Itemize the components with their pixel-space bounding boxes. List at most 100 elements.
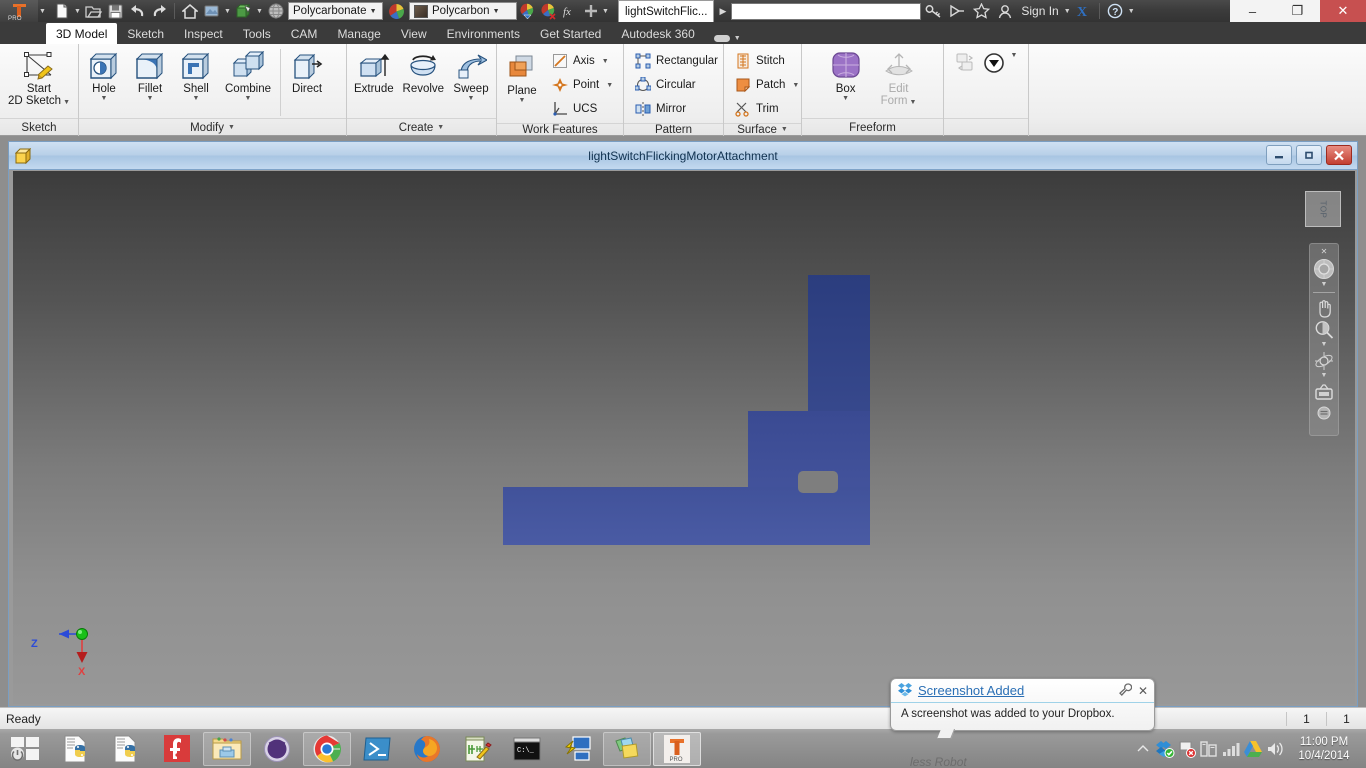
- restore-button[interactable]: ❐: [1275, 0, 1320, 22]
- create-panel-caret-icon[interactable]: ▼: [437, 124, 444, 132]
- fillet-caret-icon[interactable]: ▼: [147, 95, 154, 103]
- color-wheel-icon[interactable]: [386, 1, 407, 21]
- user-account-icon[interactable]: [993, 0, 1017, 22]
- cloud-status-button[interactable]: ▼: [713, 32, 741, 44]
- combine-button[interactable]: Combine ▼: [220, 47, 276, 105]
- steering-wheel-icon[interactable]: [1311, 258, 1337, 280]
- taskbar-item-octocat-app[interactable]: [253, 732, 301, 766]
- dropbox-tray-icon[interactable]: [1154, 729, 1176, 768]
- tab-sketch[interactable]: Sketch: [117, 23, 174, 44]
- devices-icon[interactable]: [1198, 729, 1220, 768]
- tab-get-started[interactable]: Get Started: [530, 23, 611, 44]
- taskbar-clock[interactable]: 11:00 PM 10/4/2014: [1286, 735, 1362, 763]
- freeform-box-caret-icon[interactable]: ▼: [842, 95, 849, 103]
- windows-start-icon[interactable]: [0, 729, 52, 768]
- key-icon[interactable]: [921, 0, 945, 22]
- nav-more-icon[interactable]: [1311, 406, 1337, 420]
- circular-pattern-button[interactable]: Circular: [629, 73, 723, 97]
- mirror-button[interactable]: Mirror: [629, 97, 723, 121]
- question-help-icon[interactable]: ?: [1103, 0, 1127, 22]
- zoom-magnifier-icon[interactable]: [1311, 320, 1337, 340]
- redo-arrow-icon[interactable]: [149, 1, 170, 21]
- satellite-icon[interactable]: [945, 0, 969, 22]
- taskbar-item-python-file-1[interactable]: [53, 732, 101, 766]
- trim-button[interactable]: Trim: [729, 97, 804, 121]
- hole-caret-icon[interactable]: ▼: [101, 95, 108, 103]
- sign-in-button[interactable]: Sign In: [1017, 4, 1062, 18]
- axis-caret-icon[interactable]: ▼: [602, 58, 609, 65]
- new-file-icon[interactable]: [51, 1, 72, 21]
- plane-button[interactable]: Plane ▼: [500, 47, 544, 107]
- plastic-part-icon[interactable]: [983, 52, 1005, 77]
- save-disk-icon[interactable]: [105, 1, 126, 21]
- surface-panel-caret-icon[interactable]: ▼: [781, 126, 788, 134]
- look-at-camera-icon[interactable]: [1311, 382, 1337, 402]
- document-tab-next-icon[interactable]: ▶: [714, 6, 731, 17]
- tab-environments[interactable]: Environments: [437, 23, 530, 44]
- document-title-bar[interactable]: lightSwitchFlickingMotorAttachment: [9, 142, 1357, 170]
- appearance-combo-caret-icon[interactable]: ▼: [490, 8, 503, 15]
- pan-hand-icon[interactable]: [1311, 298, 1337, 318]
- search-input[interactable]: [731, 2, 922, 20]
- point-button[interactable]: Point ▼: [546, 73, 618, 97]
- document-tab[interactable]: lightSwitchFlic...: [618, 0, 715, 22]
- document-restore-button[interactable]: [1296, 145, 1322, 165]
- appearance-icon[interactable]: [201, 1, 222, 21]
- model-horizontal-base[interactable]: [503, 487, 870, 545]
- undo-arrow-icon[interactable]: [127, 1, 148, 21]
- combine-caret-icon[interactable]: ▼: [245, 95, 252, 103]
- rectangular-pattern-button[interactable]: Rectangular: [629, 49, 723, 73]
- globe-icon[interactable]: [265, 1, 286, 21]
- material-combo[interactable]: Polycarbonate ▼: [288, 2, 383, 20]
- 3d-viewport[interactable]: TOP ✕ ▼ ▼ ▼ Z X: [13, 171, 1355, 704]
- appearance-combo[interactable]: Polycarbon ▼: [409, 2, 517, 20]
- fillet-button[interactable]: Fillet ▼: [128, 47, 172, 105]
- sign-in-caret-icon[interactable]: ▼: [1063, 1, 1072, 21]
- speaker-icon[interactable]: [1264, 729, 1286, 768]
- material-box-icon[interactable]: [233, 1, 254, 21]
- patch-button[interactable]: Patch ▼: [729, 73, 804, 97]
- start-2d-sketch-button[interactable]: Start 2D Sketch ▼: [3, 47, 75, 109]
- flag-alert-icon[interactable]: [1176, 729, 1198, 768]
- taskbar-item-powershell[interactable]: [353, 732, 401, 766]
- direct-button[interactable]: Direct: [285, 47, 329, 97]
- tab-view[interactable]: View: [391, 23, 437, 44]
- fx-icon[interactable]: fx: [559, 1, 580, 21]
- sweep-button[interactable]: Sweep ▼: [449, 47, 493, 105]
- cloud-caret-icon[interactable]: ▼: [734, 35, 741, 42]
- modify-panel-caret-icon[interactable]: ▼: [228, 124, 235, 132]
- app-menu-caret-icon[interactable]: ▼: [38, 1, 47, 21]
- taskbar-item-remote-desktop[interactable]: [553, 732, 601, 766]
- ucs-button[interactable]: UCS: [546, 97, 618, 121]
- steering-wheel-caret-icon[interactable]: ▼: [1321, 281, 1328, 289]
- minimize-button[interactable]: –: [1230, 0, 1275, 22]
- home-icon[interactable]: [179, 1, 200, 21]
- document-minimize-button[interactable]: [1266, 145, 1292, 165]
- orbit-icon[interactable]: [1311, 351, 1337, 371]
- chevron-down-icon[interactable]: ▼: [367, 8, 380, 15]
- orbit-caret-icon[interactable]: ▼: [1321, 372, 1328, 380]
- taskbar-item-inventor-pro[interactable]: PRO: [653, 731, 701, 766]
- open-folder-icon[interactable]: [83, 1, 104, 21]
- plane-caret-icon[interactable]: ▼: [519, 97, 526, 105]
- taskbar-item-google-chrome[interactable]: [303, 731, 351, 766]
- revolve-button[interactable]: Revolve: [399, 47, 448, 97]
- close-button[interactable]: ✕: [1320, 0, 1366, 22]
- taskbar-item-fritzing[interactable]: [153, 732, 201, 766]
- qat-overflow-caret-icon[interactable]: ▼: [601, 1, 610, 21]
- patch-caret-icon[interactable]: ▼: [792, 82, 799, 89]
- appearance-clear-icon[interactable]: [538, 1, 559, 21]
- tab-tools[interactable]: Tools: [233, 23, 281, 44]
- close-x-icon[interactable]: ✕: [1138, 685, 1148, 697]
- notification-title[interactable]: Screenshot Added: [918, 683, 1024, 698]
- taskbar-item-notepad-plus-plus[interactable]: [453, 732, 501, 766]
- point-caret-icon[interactable]: ▼: [606, 82, 613, 89]
- taskbar-item-command-prompt[interactable]: C:\_: [503, 732, 551, 766]
- wrench-icon[interactable]: [1118, 682, 1133, 699]
- X-exchange-icon[interactable]: X: [1072, 0, 1096, 22]
- stitch-button[interactable]: Stitch: [729, 49, 804, 73]
- model-slot-cutout[interactable]: [798, 471, 838, 493]
- extrude-button[interactable]: Extrude: [350, 47, 398, 97]
- tab-autodesk-360[interactable]: Autodesk 360: [611, 23, 704, 44]
- extra-panel-caret-icon[interactable]: ▼: [1011, 52, 1018, 60]
